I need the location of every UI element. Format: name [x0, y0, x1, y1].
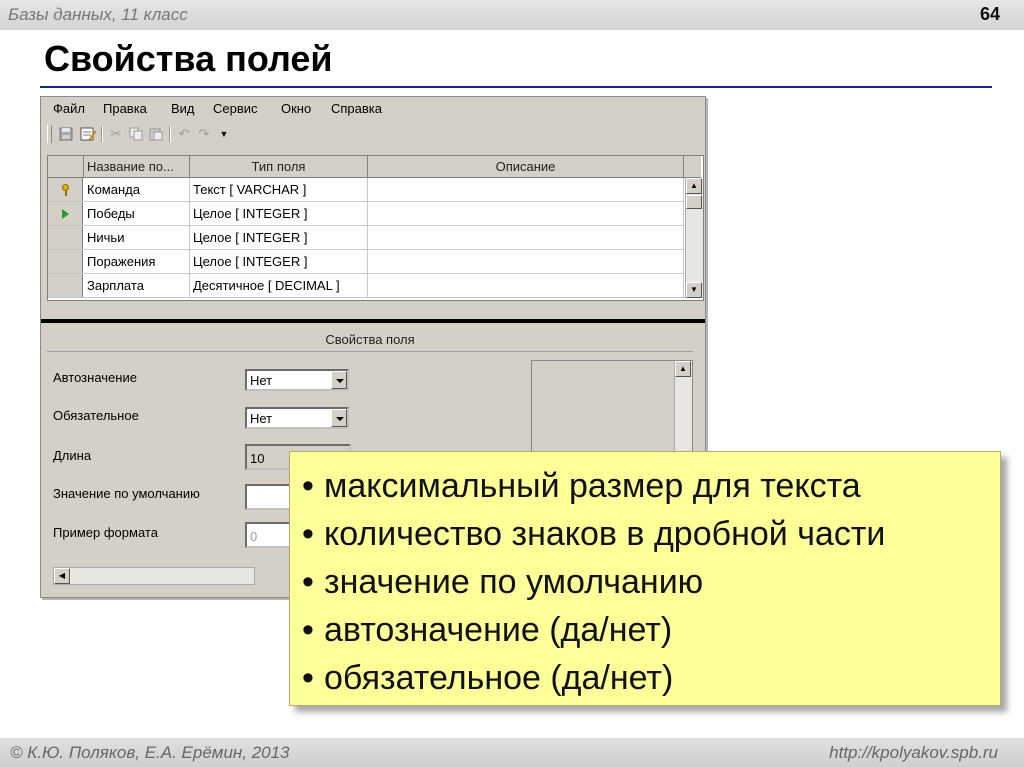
autovalue-label: Автозначение — [53, 370, 137, 385]
grid-header-filler — [684, 156, 701, 178]
bullet: • — [302, 467, 314, 505]
callout-item-text: максимальный размер для текста — [324, 467, 861, 505]
row-selector[interactable] — [48, 178, 83, 201]
scroll-up-button[interactable]: ▲ — [675, 361, 691, 377]
table-row[interactable]: Зарплата Десятичное [ DECIMAL ] — [48, 274, 685, 298]
menu-edit[interactable]: Правка — [103, 101, 147, 116]
field-name-cell[interactable]: Ничьи — [84, 226, 190, 249]
bullet: • — [302, 563, 314, 601]
menu-bar: Файл Правка Вид Сервис Окно Справка — [41, 97, 705, 121]
grid-vertical-scrollbar[interactable]: ▲ ▼ — [685, 178, 703, 298]
slide-title: Свойства полей — [44, 38, 333, 79]
scroll-left-button[interactable]: ◀ — [54, 568, 70, 584]
field-type-cell[interactable]: Целое [ INTEGER ] — [190, 226, 368, 249]
scroll-thumb[interactable] — [686, 195, 702, 209]
field-type-cell[interactable]: Текст [ VARCHAR ] — [190, 178, 368, 201]
fields-grid: Название по... Тип поля Описание Команда… — [47, 155, 704, 301]
column-header-field-type[interactable]: Тип поля — [190, 156, 368, 178]
field-description-cell[interactable] — [368, 226, 684, 249]
paste-icon[interactable] — [147, 125, 165, 143]
current-row-arrow-icon — [61, 208, 69, 219]
required-label: Обязательное — [53, 408, 139, 423]
toolbar-separator — [101, 126, 103, 142]
field-description-cell[interactable] — [368, 178, 684, 201]
slide-header-band: Базы данных, 11 класс 64 — [0, 0, 1024, 30]
menu-file[interactable]: Файл — [53, 101, 85, 116]
table-row[interactable]: Поражения Целое [ INTEGER ] — [48, 250, 685, 274]
list-item: • максимальный размер для текста — [302, 462, 1000, 510]
menu-view[interactable]: Вид — [171, 101, 195, 116]
list-item: • количество знаков в дробной части — [302, 510, 1000, 558]
length-label: Длина — [53, 448, 92, 463]
key-icon — [61, 183, 70, 196]
cut-icon[interactable]: ✂ — [107, 125, 125, 143]
callout-note: • максимальный размер для текста • количес… — [289, 451, 1001, 706]
callout-item-text: значение по умолчанию — [324, 563, 704, 601]
callout-item-text: количество знаков в дробной части — [324, 515, 886, 553]
list-item: • обязательное (да/нет) — [302, 654, 1000, 702]
field-name-cell[interactable]: Команда — [84, 178, 190, 201]
list-item: • автозначение (да/нет) — [302, 606, 1000, 654]
toolbar: ✂ ↶ ↷ ▼ — [45, 123, 285, 147]
field-properties-header: Свойства поля — [47, 329, 693, 352]
table-row[interactable]: Команда Текст [ VARCHAR ] — [48, 178, 685, 202]
menu-help[interactable]: Справка — [331, 101, 382, 116]
redo-icon[interactable]: ↷ — [195, 125, 213, 143]
bullet: • — [302, 659, 314, 697]
table-row[interactable]: Ничьи Целое [ INTEGER ] — [48, 226, 685, 250]
toolbar-grip[interactable] — [47, 125, 52, 143]
chevron-down-icon[interactable] — [331, 371, 347, 389]
callout-item-text: обязательное (да/нет) — [324, 659, 674, 697]
panel-splitter[interactable] — [41, 319, 705, 323]
scroll-down-button[interactable]: ▼ — [686, 282, 702, 298]
toolbar-dropdown-icon[interactable]: ▼ — [215, 125, 233, 143]
slide-footer-band: © К.Ю. Поляков, Е.А. Ерёмин, 2013 http:/… — [0, 738, 1024, 767]
save-icon[interactable] — [57, 125, 75, 143]
slide-number: 64 — [979, 4, 1000, 24]
callout-list: • максимальный размер для текста • количес… — [290, 452, 1000, 702]
required-value: Нет — [250, 411, 273, 426]
menu-tools[interactable]: Сервис — [213, 101, 258, 116]
scroll-up-button[interactable]: ▲ — [686, 178, 702, 194]
field-type-cell[interactable]: Десятичное [ DECIMAL ] — [190, 274, 368, 297]
field-name-cell[interactable]: Поражения — [84, 250, 190, 273]
column-header-field-name[interactable]: Название по... — [84, 156, 190, 178]
toolbar-separator — [169, 126, 171, 142]
default-value-label: Значение по умолчанию — [53, 486, 200, 501]
list-item: • значение по умолчанию — [302, 558, 1000, 606]
copyright-text: © К.Ю. Поляков, Е.А. Ерёмин, 2013 — [10, 743, 290, 762]
field-name-cell[interactable]: Зарплата — [84, 274, 190, 297]
bullet: • — [302, 515, 314, 553]
row-selector[interactable] — [48, 274, 83, 297]
callout-item-text: автозначение (да/нет) — [324, 611, 673, 649]
field-description-cell[interactable] — [368, 202, 684, 225]
course-label: Базы данных, 11 класс — [8, 5, 188, 24]
table-row[interactable]: Победы Целое [ INTEGER ] — [48, 202, 685, 226]
chevron-down-icon[interactable] — [331, 409, 347, 427]
undo-icon[interactable]: ↶ — [175, 125, 193, 143]
autovalue-select[interactable]: Нет — [245, 369, 349, 391]
website-link[interactable]: http://kpolyakov.spb.ru — [829, 743, 998, 763]
grid-corner-header — [48, 156, 84, 178]
format-example-label: Пример формата — [53, 525, 158, 540]
required-select[interactable]: Нет — [245, 407, 349, 429]
properties-horizontal-scrollbar[interactable]: ◀ — [53, 567, 255, 585]
field-type-cell[interactable]: Целое [ INTEGER ] — [190, 202, 368, 225]
field-type-cell[interactable]: Целое [ INTEGER ] — [190, 250, 368, 273]
menu-window[interactable]: Окно — [281, 101, 311, 116]
row-selector[interactable] — [48, 226, 83, 249]
row-selector[interactable] — [48, 250, 83, 273]
column-header-description[interactable]: Описание — [368, 156, 684, 178]
edit-design-icon[interactable] — [79, 125, 97, 143]
bullet: • — [302, 611, 314, 649]
copy-icon[interactable] — [127, 125, 145, 143]
field-name-cell[interactable]: Победы — [84, 202, 190, 225]
field-description-cell[interactable] — [368, 250, 684, 273]
row-selector[interactable] — [48, 202, 83, 225]
autovalue-value: Нет — [250, 373, 273, 388]
field-description-cell[interactable] — [368, 274, 684, 297]
title-divider — [40, 86, 992, 88]
